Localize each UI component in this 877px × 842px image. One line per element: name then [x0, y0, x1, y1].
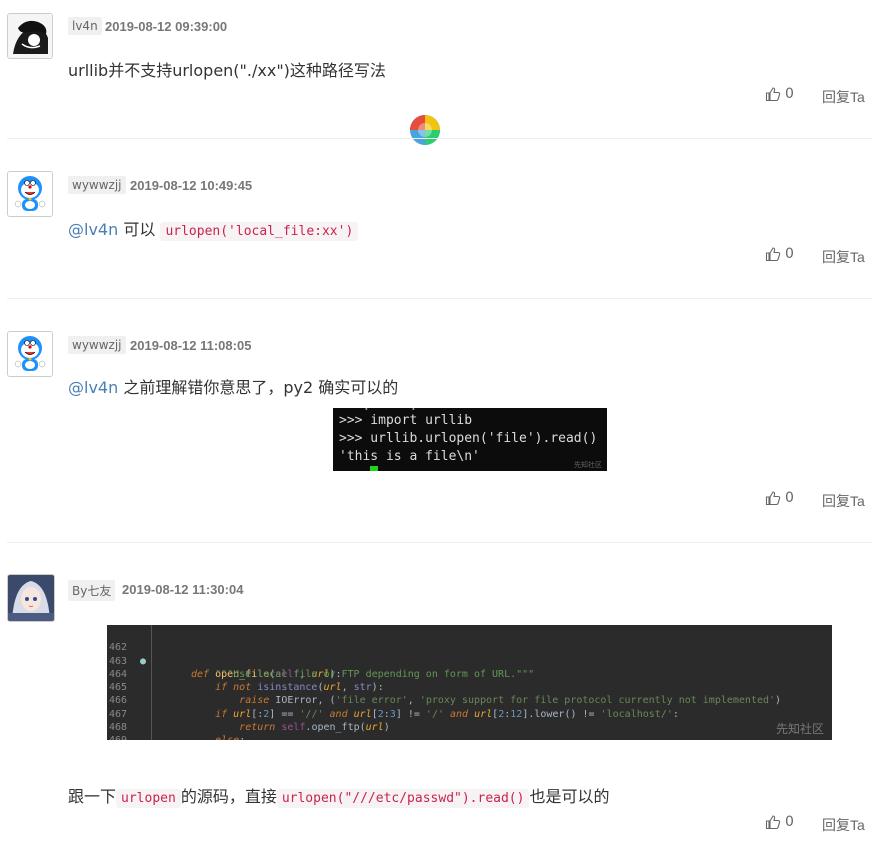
like-button[interactable]: 0 — [765, 814, 794, 830]
comment-text-part: 可以 — [123, 220, 156, 239]
line-number: 469 — [109, 734, 137, 740]
inline-code: urlopen('local_file:xx') — [160, 222, 359, 241]
username[interactable]: wywwzjj — [68, 176, 126, 194]
code-line: 467 return self.open_ftp(url) — [109, 708, 390, 734]
timestamp: 2019-08-12 11:08:05 — [130, 338, 252, 353]
terminal-line: >>> import urllib — [339, 413, 473, 428]
code-editor-screenshot: 462 ● def open_file(self, url): 463 """U… — [107, 625, 832, 740]
code-line: 469 return self.open_local_file(url) — [107, 721, 832, 740]
reply-button[interactable]: 回复Ta — [822, 87, 865, 107]
reply-button[interactable]: 回复Ta — [822, 247, 865, 267]
watermark: 先知社区 — [775, 722, 824, 736]
terminal-cursor — [370, 466, 378, 471]
terminal-screenshot: - . - . - >>> import urllib >>> urllib.u… — [333, 408, 607, 471]
code-line: 468 else: — [107, 708, 832, 740]
avatar[interactable] — [7, 13, 53, 59]
username[interactable]: wywwzjj — [68, 336, 126, 354]
code-line: 464 if not isinstance(url, str): — [109, 668, 384, 694]
doraemon-avatar — [8, 172, 52, 216]
comment-text: @lv4n 可以 urlopen('local_file:xx') — [68, 216, 359, 241]
code-line: 462 ● def open_file(self, url): — [109, 642, 342, 680]
avatar[interactable] — [7, 574, 55, 622]
avatar[interactable] — [7, 331, 53, 377]
comment-text: urllib并不支持urlopen("./xx")这种路径写法 — [68, 61, 386, 80]
doraemon-avatar — [8, 332, 52, 376]
inline-code: urlopen("///etc/passwd").read() — [276, 789, 530, 808]
thumbs-up-icon — [765, 87, 781, 102]
username[interactable]: By七友 — [68, 580, 116, 601]
terminal-line: >>> urllib.urlopen('file').read() — [339, 431, 598, 446]
timestamp: 2019-08-12 10:49:45 — [130, 178, 253, 193]
thumbs-up-icon — [765, 247, 781, 262]
watermark: 先知社区 — [574, 461, 602, 469]
reply-button[interactable]: 回复Ta — [822, 815, 865, 835]
terminal-line: 'this is a file\n' — [339, 449, 480, 464]
like-count: 0 — [785, 490, 794, 506]
thumbs-up-icon — [765, 815, 781, 830]
code-line: 466 if url[:2] == '//' and url[2:3] != '… — [109, 695, 679, 720]
avatar-image — [8, 14, 52, 58]
code-line: 463 """Use local file or FTP depending o… — [109, 655, 535, 680]
timestamp: 2019-08-12 09:39:00 — [105, 19, 228, 34]
avatar[interactable] — [7, 171, 53, 217]
comment-text-part: 的源码，直接 — [180, 787, 277, 806]
like-count: 0 — [785, 814, 794, 830]
comment-text-part: 跟一下 — [68, 787, 117, 806]
comment-2: wywwzjj 2019-08-12 10:49:45 @lv4n 可以 url… — [0, 139, 877, 298]
like-button[interactable]: 0 — [765, 490, 794, 506]
inline-code: urlopen — [116, 789, 181, 808]
thumbs-up-icon — [765, 491, 781, 506]
mention-link[interactable]: @lv4n — [68, 378, 118, 397]
username[interactable]: lv4n — [68, 17, 102, 35]
like-button[interactable]: 0 — [765, 246, 794, 262]
comment-text: 跟一下 urlopen 的源码，直接 urlopen("///etc/passwd")… — [68, 783, 610, 808]
like-count: 0 — [785, 86, 794, 102]
comment-3: wywwzjj 2019-08-12 11:08:05 @lv4n 之前理解错你… — [0, 299, 877, 542]
like-button[interactable]: 0 — [765, 86, 794, 102]
comment-text-part: 也是可以的 — [529, 787, 610, 806]
reply-button[interactable]: 回复Ta — [822, 491, 865, 511]
code-line: 465 raise IOError, ('file error', 'proxy… — [109, 682, 782, 707]
like-count: 0 — [785, 246, 794, 262]
timestamp: 2019-08-12 11:30:04 — [122, 582, 244, 597]
editor-gutter-line — [151, 625, 152, 740]
anime-avatar — [8, 575, 54, 621]
mention-link[interactable]: @lv4n — [68, 220, 118, 239]
comment-text-part: 之前理解错你意思了，py2 确实可以的 — [123, 378, 399, 397]
comment-4: By七友 2019-08-12 11:30:04 462 ● def open_… — [0, 543, 877, 842]
comment-text: @lv4n 之前理解错你意思了，py2 确实可以的 — [68, 374, 398, 398]
